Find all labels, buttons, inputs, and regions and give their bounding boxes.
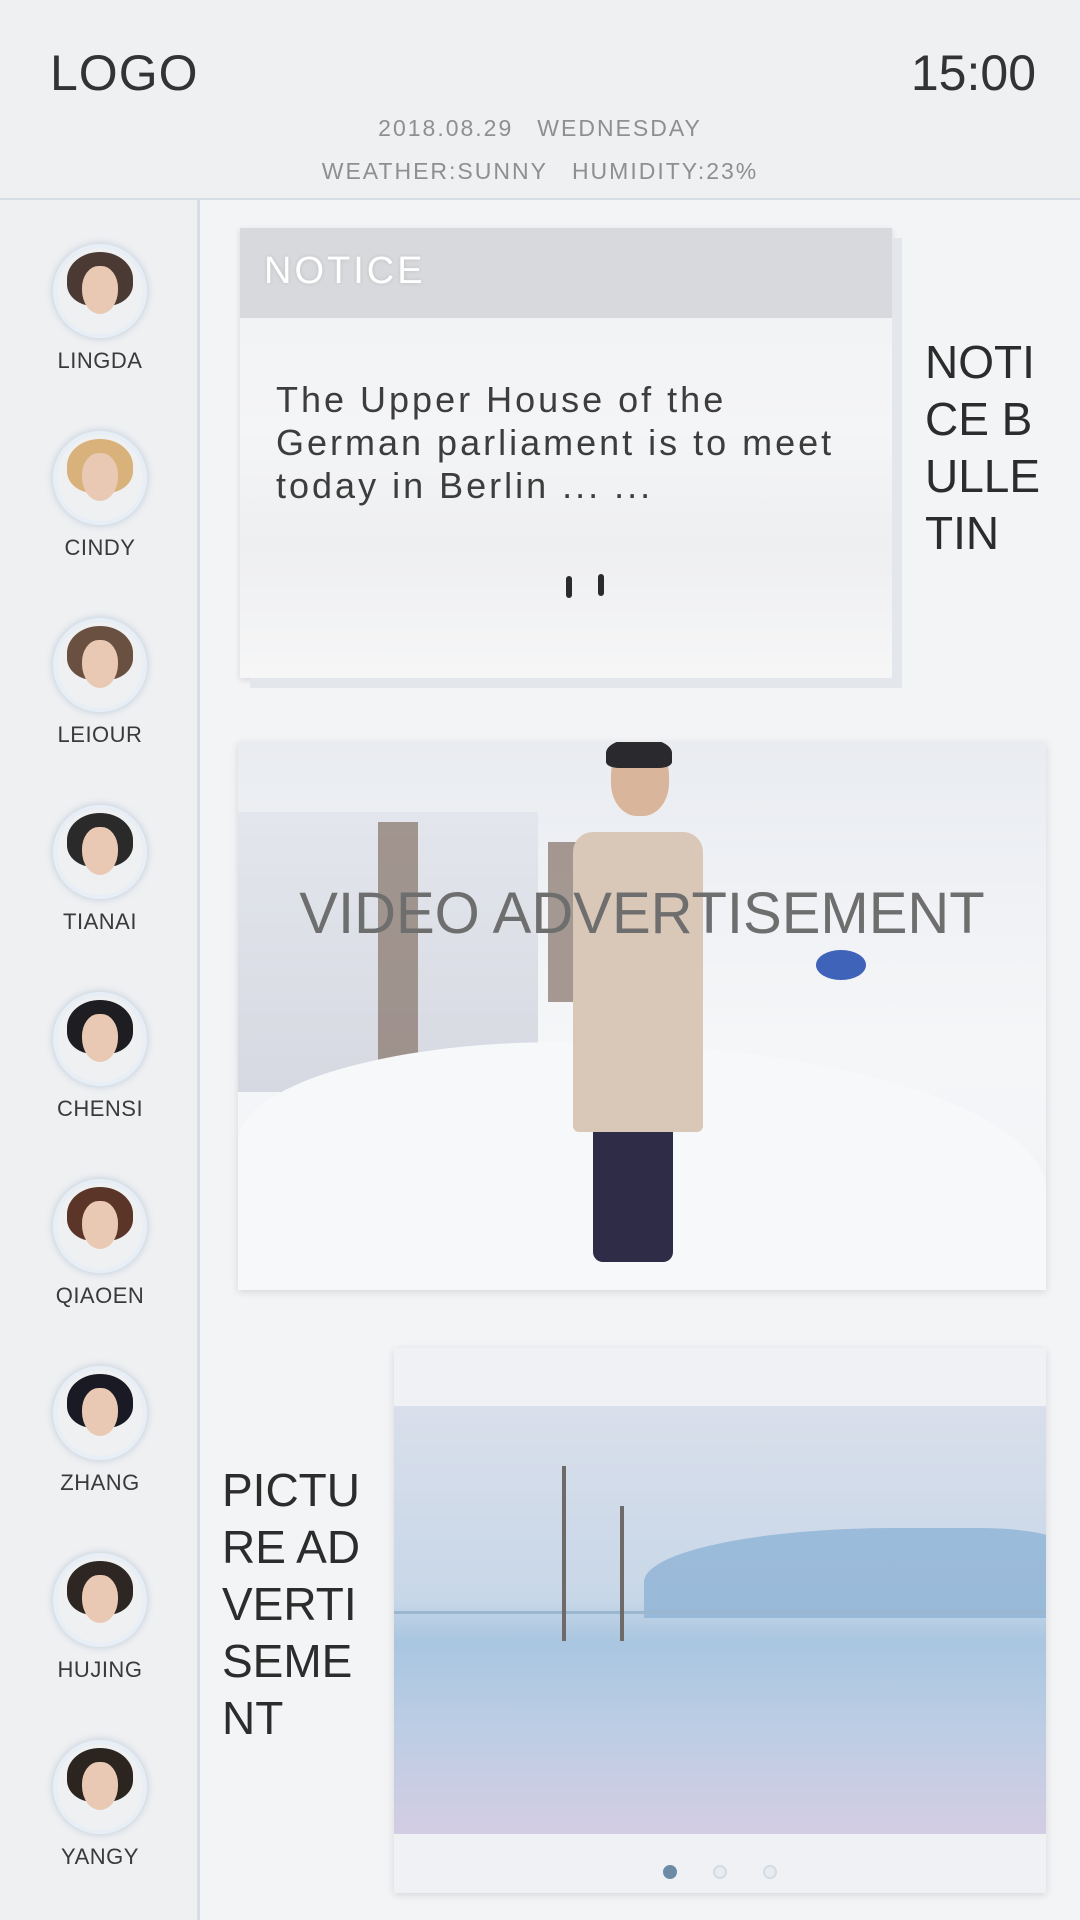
person-name: QIAOEN [55, 1283, 145, 1308]
people-sidebar: LINGDA CINDY LEIOUR TIANAI CHENSI QIAOEN… [0, 200, 200, 1920]
video-title: VIDEO ADVERTISEMENT [299, 881, 985, 946]
weekday-text: WEDNESDAY [537, 115, 702, 141]
model-hair [606, 742, 672, 768]
walker-figure [566, 576, 572, 598]
avatar-face [82, 1388, 118, 1436]
video-advertisement[interactable]: VIDEO ADVERTISEMENT [238, 742, 1046, 1290]
person-item[interactable]: TIANAI [0, 805, 200, 935]
model-coat [573, 832, 703, 1132]
notice-card[interactable]: NOTICE The Upper House of the German par… [240, 228, 892, 678]
avatar[interactable] [53, 431, 147, 525]
avatar-face [82, 453, 118, 501]
person-name: CINDY [64, 535, 136, 560]
person-item[interactable]: ZHANG [0, 1366, 200, 1496]
avatar-face [82, 1575, 118, 1623]
header: LOGO 15:00 2018.08.29 WEDNESDAY WEATHER:S… [0, 0, 1080, 200]
person-item[interactable]: LINGDA [0, 244, 200, 374]
person-name: CHENSI [56, 1096, 144, 1121]
avatar[interactable] [53, 992, 147, 1086]
avatar-face [82, 1201, 118, 1249]
notice-text: The Upper House of the German parliament… [276, 379, 835, 506]
avatar-face [82, 1762, 118, 1810]
tree-trunk [562, 1466, 566, 1641]
person-name: YANGY [61, 1844, 139, 1869]
picture-advertisement-label: PICTURE ADVERTISEMENT [222, 1464, 361, 1744]
person-name: HUJING [57, 1657, 143, 1682]
horizon-line [394, 1611, 1046, 1614]
carousel-dot-2[interactable] [713, 1865, 727, 1879]
carousel-indicator [394, 1865, 1046, 1884]
mailbox-icon [816, 950, 866, 980]
carousel-dot-1[interactable] [663, 1865, 677, 1879]
mountain-shape [644, 1528, 1046, 1618]
avatar[interactable] [53, 805, 147, 899]
clock-time: 15:00 [910, 45, 1036, 101]
picture-advertisement[interactable] [394, 1348, 1046, 1893]
avatar[interactable] [53, 1179, 147, 1273]
wood-post [378, 822, 418, 1082]
weather-text: WEATHER:SUNNY [321, 158, 548, 184]
tree-trunk [620, 1506, 624, 1641]
notice-header: NOTICE [240, 228, 892, 318]
person-item[interactable]: CHENSI [0, 992, 200, 1122]
walker-figure [598, 574, 604, 596]
weather-line: WEATHER:SUNNY HUMIDITY:23% [0, 158, 1080, 185]
notice-title: NOTICE [264, 250, 426, 292]
person-item[interactable]: YANGY [0, 1740, 200, 1870]
person-name: LINGDA [57, 348, 143, 373]
avatar[interactable] [53, 1366, 147, 1460]
avatar-face [82, 1014, 118, 1062]
person-name: ZHANG [60, 1470, 140, 1495]
person-item[interactable]: QIAOEN [0, 1179, 200, 1309]
carousel-dot-3[interactable] [763, 1865, 777, 1879]
date-line: 2018.08.29 WEDNESDAY [0, 115, 1080, 142]
avatar[interactable] [53, 244, 147, 338]
avatar-face [82, 827, 118, 875]
avatar[interactable] [53, 1553, 147, 1647]
person-name: TIANAI [63, 909, 137, 934]
notice-bulletin-label: NOTICE BULLETIN [925, 336, 1041, 559]
lake-landscape-image[interactable] [394, 1406, 1046, 1834]
person-item[interactable]: CINDY [0, 431, 200, 561]
avatar-face [82, 640, 118, 688]
logo: LOGO [50, 45, 199, 101]
avatar[interactable] [53, 1740, 147, 1834]
person-item[interactable]: LEIOUR [0, 618, 200, 748]
person-name: LEIOUR [57, 722, 143, 747]
person-item[interactable]: HUJING [0, 1553, 200, 1683]
avatar[interactable] [53, 618, 147, 712]
date-text: 2018.08.29 [378, 115, 514, 141]
humidity-text: HUMIDITY:23% [571, 158, 759, 184]
avatar-face [82, 266, 118, 314]
